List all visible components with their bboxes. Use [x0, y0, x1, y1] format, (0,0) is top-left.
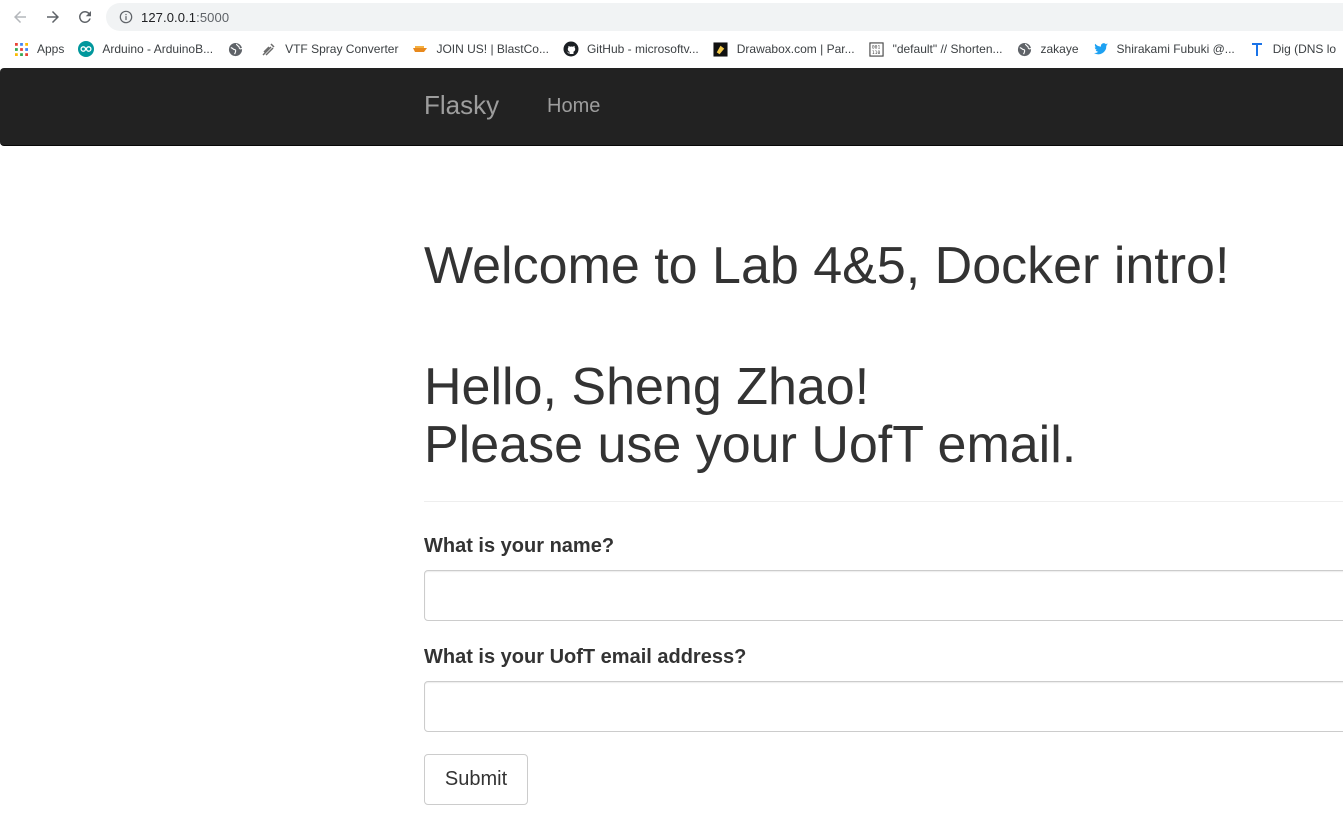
apps-grid-icon: [13, 41, 29, 57]
bookmark-twitter[interactable]: Shirakami Fubuki @...: [1085, 37, 1241, 61]
bookmark-label: Arduino - ArduinoB...: [102, 42, 214, 56]
forward-button[interactable]: [42, 6, 64, 28]
submit-button[interactable]: Submit: [424, 754, 528, 805]
greeting-heading: Hello, Sheng Zhao! Please use your UofT …: [424, 358, 1076, 474]
name-input[interactable]: [424, 570, 1343, 621]
bookmark-apps[interactable]: Apps: [0, 37, 70, 61]
bookmark-label: Shirakami Fubuki @...: [1116, 42, 1235, 56]
info-icon[interactable]: [118, 9, 134, 25]
bookmark-arduino[interactable]: Arduino - ArduinoB...: [70, 37, 219, 61]
bookmark-label: VTF Spray Converter: [285, 42, 399, 56]
email-input[interactable]: [424, 681, 1343, 732]
bookmark-label: zakaye: [1040, 42, 1079, 56]
reload-button[interactable]: [74, 6, 96, 28]
globe-icon: [227, 41, 243, 57]
arrow-right-icon: [47, 11, 59, 23]
divider: [424, 501, 1343, 502]
url-port: :5000: [196, 9, 230, 25]
spray-icon: [261, 41, 277, 57]
url-host: 127.0.0.1: [141, 9, 197, 25]
drawabox-icon: [713, 41, 729, 57]
bookmark-vtf[interactable]: VTF Spray Converter: [253, 37, 404, 61]
url-text: 127.0.0.1:5000: [141, 10, 229, 25]
back-button[interactable]: [9, 6, 31, 28]
bookmark-dig[interactable]: Dig (DNS lo: [1241, 37, 1342, 61]
dig-icon: [1249, 41, 1265, 57]
address-bar[interactable]: 127.0.0.1:5000: [106, 3, 1343, 31]
nav-home-link[interactable]: Home: [547, 95, 600, 118]
shorten-icon: 001 110: [869, 41, 885, 57]
bookmarks-bar: Apps Arduino - ArduinoB... VTF Spray Con…: [0, 36, 1343, 62]
svg-text:001: 001: [872, 44, 881, 50]
bookmark-drawabox[interactable]: Drawabox.com | Par...: [705, 37, 861, 61]
svg-text:110: 110: [872, 50, 881, 56]
bookmark-label: GitHub - microsoftv...: [586, 42, 699, 56]
bookmark-label: Drawabox.com | Par...: [736, 42, 855, 56]
reload-icon: [78, 10, 91, 23]
browser-toolbar: 127.0.0.1:5000: [0, 0, 1343, 34]
bookmark-label: Apps: [37, 42, 65, 56]
arrow-left-icon: [14, 11, 26, 23]
name-label: What is your name?: [424, 535, 615, 557]
greeting-name: Hello, Sheng Zhao!: [424, 358, 870, 416]
twitter-icon: [1093, 41, 1109, 57]
bookmark-blast[interactable]: JOIN US! | BlastCo...: [404, 37, 554, 61]
email-label: What is your UofT email address?: [424, 646, 747, 668]
github-icon: [563, 41, 579, 57]
bookmark-shorten[interactable]: 001 110 "default" // Shorten...: [861, 37, 1009, 61]
bookmark-zakaye[interactable]: zakaye: [1009, 37, 1085, 61]
bookmark-label: "default" // Shorten...: [892, 42, 1003, 56]
globe-icon: [1017, 41, 1033, 57]
email-notice: Please use your UofT email.: [424, 416, 1077, 474]
bookmark-globe[interactable]: [219, 37, 253, 61]
blast-icon: [412, 41, 428, 57]
site-navbar: Flasky Home: [0, 68, 1343, 146]
bookmark-github[interactable]: GitHub - microsoftv...: [555, 37, 705, 61]
arduino-icon: [78, 41, 95, 57]
navbar-brand[interactable]: Flasky: [424, 90, 499, 121]
welcome-heading: Welcome to Lab 4&5, Docker intro!: [424, 237, 1230, 295]
bookmark-label: Dig (DNS lo: [1272, 42, 1337, 56]
bookmark-label: JOIN US! | BlastCo...: [436, 42, 549, 56]
